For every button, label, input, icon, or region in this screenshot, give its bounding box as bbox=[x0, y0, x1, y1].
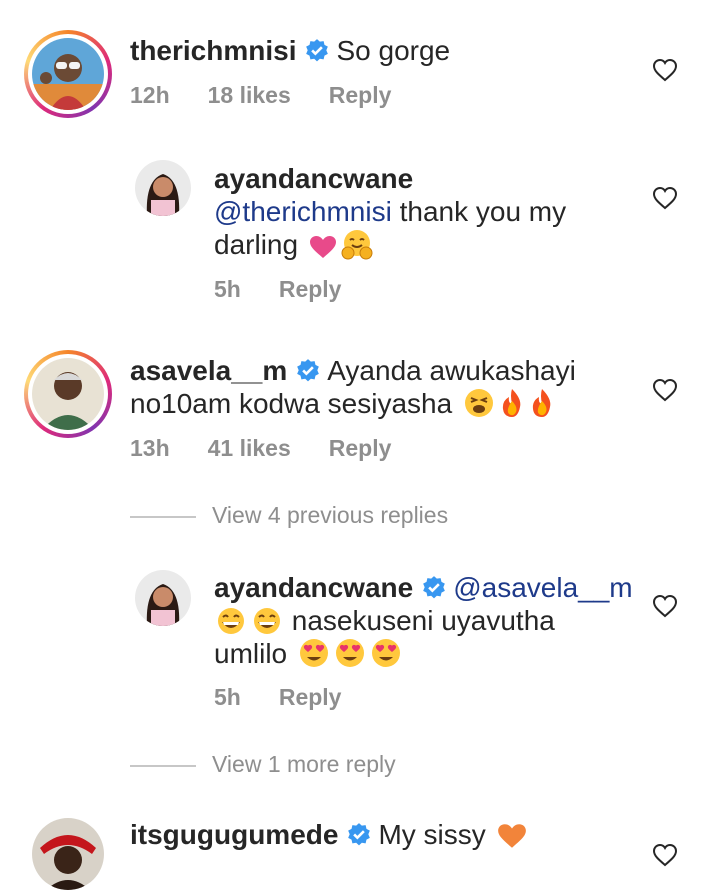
comment-time: 13h bbox=[130, 435, 170, 461]
grinning-squint-emoji-icon bbox=[218, 608, 244, 634]
verified-badge-icon bbox=[423, 576, 446, 599]
fire-emoji-icon bbox=[532, 389, 551, 417]
reply-button[interactable]: Reply bbox=[329, 82, 392, 108]
mention-link[interactable]: @asavela__m bbox=[453, 572, 632, 603]
tired-face-emoji-icon bbox=[464, 389, 493, 417]
reply-button[interactable]: Reply bbox=[329, 435, 392, 461]
heart-emoji-icon bbox=[309, 236, 336, 258]
mention-link[interactable]: @therichmnisi bbox=[214, 196, 392, 227]
comment-text: So gorge bbox=[336, 35, 451, 66]
like-count[interactable]: 18 likes bbox=[208, 82, 291, 108]
avatar-ayandancwane[interactable] bbox=[135, 570, 191, 626]
divider-line bbox=[130, 764, 196, 767]
avatar-therichmnisi[interactable] bbox=[24, 30, 112, 118]
heart-outline-icon[interactable] bbox=[652, 843, 678, 867]
like-count[interactable]: 41 likes bbox=[208, 435, 291, 461]
verified-badge-icon bbox=[348, 823, 371, 846]
heart-eyes-emoji-icon bbox=[371, 639, 400, 667]
reply-button[interactable]: Reply bbox=[279, 684, 342, 710]
heart-outline-icon[interactable] bbox=[652, 594, 678, 618]
comment-time: 12h bbox=[130, 82, 170, 108]
reply-button[interactable]: Reply bbox=[279, 276, 342, 302]
view-more-replies-button[interactable]: View 1 more reply bbox=[130, 751, 396, 778]
heart-eyes-emoji-icon bbox=[299, 639, 328, 667]
verified-badge-icon bbox=[306, 39, 329, 62]
avatar-ayandancwane[interactable] bbox=[135, 160, 191, 216]
heart-outline-icon[interactable] bbox=[652, 378, 678, 402]
avatar-asavela[interactable] bbox=[24, 350, 112, 438]
grinning-squint-emoji-icon bbox=[254, 608, 280, 634]
hugging-face-emoji-icon bbox=[341, 230, 373, 260]
comment-time: 5h bbox=[214, 684, 241, 710]
view-replies-label: View 1 more reply bbox=[212, 751, 396, 777]
username[interactable]: therichmnisi bbox=[130, 35, 296, 66]
username[interactable]: ayandancwane bbox=[214, 163, 413, 194]
comment-text: My sissy bbox=[378, 819, 486, 850]
heart-outline-icon[interactable] bbox=[652, 186, 678, 210]
divider-line bbox=[130, 515, 196, 518]
fire-emoji-icon bbox=[502, 389, 521, 417]
username[interactable]: asavela__m bbox=[130, 355, 287, 386]
view-replies-label: View 4 previous replies bbox=[212, 502, 449, 528]
heart-eyes-emoji-icon bbox=[335, 639, 364, 667]
username[interactable]: itsgugugumede bbox=[130, 819, 338, 850]
comment-time: 5h bbox=[214, 276, 241, 302]
view-previous-replies-button[interactable]: View 4 previous replies bbox=[130, 502, 448, 529]
avatar-itsgugugumede[interactable] bbox=[32, 818, 104, 890]
username[interactable]: ayandancwane bbox=[214, 572, 413, 603]
heart-outline-icon[interactable] bbox=[652, 58, 678, 82]
verified-badge-icon bbox=[297, 359, 320, 382]
orange-heart-emoji-icon bbox=[497, 824, 526, 848]
